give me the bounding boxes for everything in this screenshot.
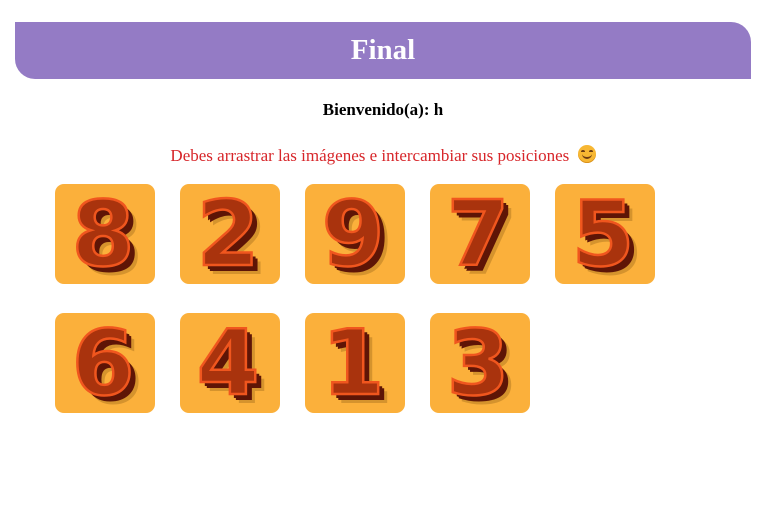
tile-4[interactable]: 4444 — [180, 313, 280, 413]
header-bar: Final — [15, 22, 751, 79]
digit-face: 4 — [197, 313, 260, 413]
digit-face: 8 — [72, 184, 135, 284]
tile-9[interactable]: 9999 — [305, 184, 405, 284]
tile-6[interactable]: 6666 — [55, 313, 155, 413]
digit-face: 6 — [72, 313, 135, 413]
digit-2-graphic: 2222 — [195, 184, 268, 284]
digit-4-graphic: 4444 — [195, 313, 268, 413]
digit-1-graphic: 1111 — [320, 313, 393, 413]
digit-8-graphic: 8888 — [70, 184, 143, 284]
digit-face: 7 — [447, 184, 510, 284]
digit-3-graphic: 3333 — [445, 313, 518, 413]
digit-6-graphic: 6666 — [70, 313, 143, 413]
digit-face: 3 — [447, 313, 510, 413]
page-title: Final — [350, 34, 416, 66]
digit-face: 1 — [322, 313, 385, 413]
digit-face: 5 — [572, 184, 635, 284]
tile-1[interactable]: 1111 — [305, 313, 405, 413]
instruction-line: Debes arrastrar las imágenes e intercamb… — [0, 145, 766, 166]
tile-7[interactable]: 7777 — [430, 184, 530, 284]
welcome-message: Bienvenido(a): h — [322, 100, 444, 119]
digit-face: 2 — [197, 184, 260, 284]
tile-8[interactable]: 8888 — [55, 184, 155, 284]
digit-face: 9 — [322, 184, 385, 284]
tile-5[interactable]: 5555 — [555, 184, 655, 284]
digit-5-graphic: 5555 — [570, 184, 643, 284]
digit-9-graphic: 9999 — [320, 184, 393, 284]
digit-7-graphic: 7777 — [445, 184, 518, 284]
tile-2[interactable]: 2222 — [180, 184, 280, 284]
tile-3[interactable]: 3333 — [430, 313, 530, 413]
instruction-text: Debes arrastrar las imágenes e intercamb… — [170, 146, 570, 165]
smiley-icon — [577, 145, 596, 163]
